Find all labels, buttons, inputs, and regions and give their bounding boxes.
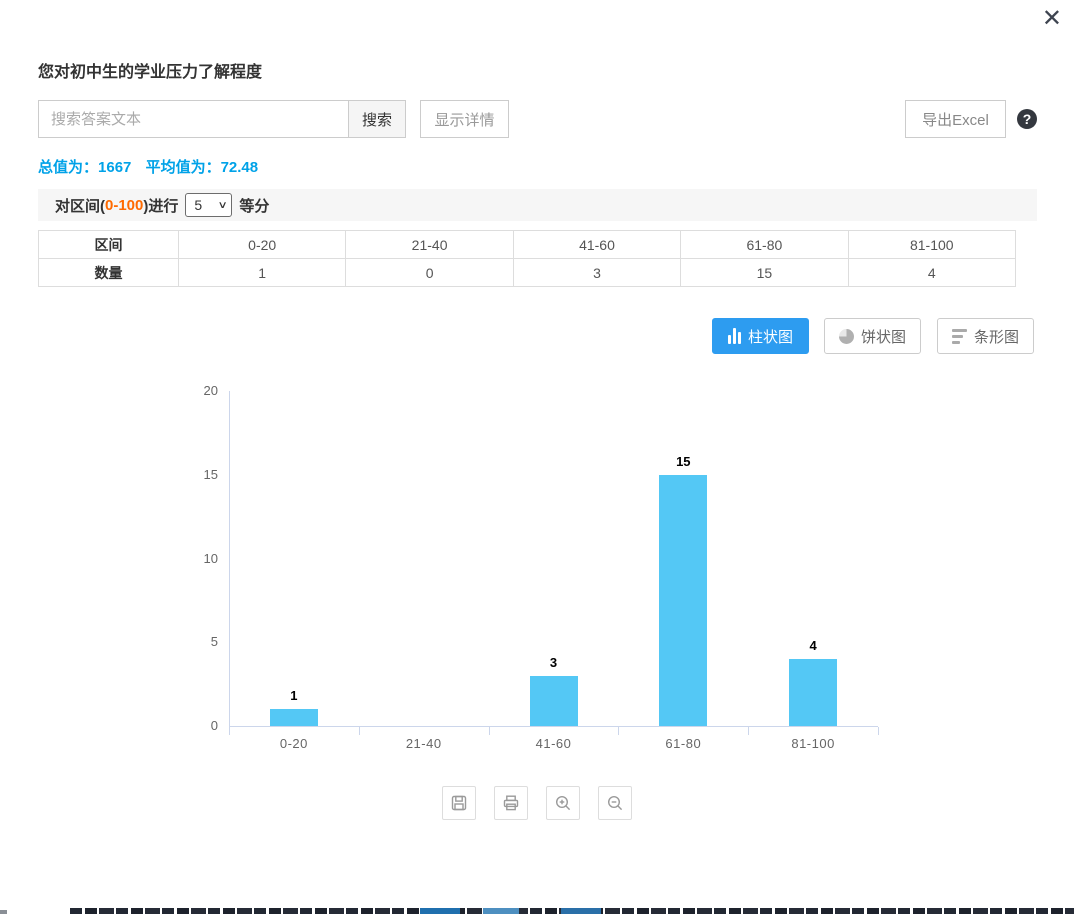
x-axis-tick	[618, 727, 619, 735]
column-chart-icon	[728, 328, 741, 344]
chart-type-bar-button[interactable]: 柱状图	[712, 318, 809, 354]
search-input[interactable]	[38, 100, 348, 138]
y-axis-tick-label: 10	[170, 551, 218, 566]
x-axis-tick	[229, 727, 230, 735]
question-title: 您对初中生的学业压力了解程度	[38, 58, 262, 82]
help-icon[interactable]: ?	[1017, 109, 1037, 129]
y-axis-tick-label: 5	[170, 634, 218, 649]
bar-chart: 0 5 10 15 20 1 0-20 21-40 3 41-60 15 61-80 4 81-100	[0, 376, 1074, 771]
clipped-underlying-content	[0, 906, 1074, 914]
x-axis-tick	[878, 727, 879, 735]
average-label: 平均值为：	[146, 159, 221, 176]
bar-61-80	[659, 475, 707, 726]
x-axis-category-label: 81-100	[763, 736, 863, 751]
count-cell: 1	[179, 259, 346, 287]
zoom-in-icon	[553, 793, 573, 813]
bar-41-60	[530, 676, 578, 726]
interval-cell: 21-40	[346, 231, 513, 259]
bar-81-100	[789, 659, 837, 726]
clipped-text-fragment	[420, 908, 460, 914]
bar-0-20	[270, 709, 318, 726]
save-icon	[449, 793, 469, 813]
frequency-table: 区间 0-20 21-40 41-60 61-80 81-100 数量 1 0 …	[38, 230, 1016, 287]
print-chart-button[interactable]	[494, 786, 528, 820]
y-axis-tick-label: 20	[170, 383, 218, 398]
interval-cell: 0-20	[179, 231, 346, 259]
x-axis-category-label: 21-40	[374, 736, 474, 751]
interval-cell: 81-100	[848, 231, 1015, 259]
clipped-text-fragment	[0, 910, 7, 914]
total-value: 1667	[98, 159, 131, 176]
clipped-text-fragment	[561, 908, 601, 914]
y-axis-line	[229, 391, 230, 727]
count-cell: 4	[848, 259, 1015, 287]
average-value: 72.48	[221, 159, 259, 176]
horizontal-bar-chart-icon	[952, 329, 967, 344]
interval-middle: )进行	[143, 195, 178, 216]
x-axis-category-label: 61-80	[633, 736, 733, 751]
table-row-counts: 数量 1 0 3 15 4	[39, 259, 1016, 287]
pie-chart-icon	[839, 329, 854, 344]
chevron-down-icon: ∨	[218, 200, 228, 211]
total-label: 总值为：	[38, 159, 98, 176]
segments-select[interactable]: 5 ∨	[185, 193, 232, 217]
interval-cell: 61-80	[681, 231, 848, 259]
hbar-button-label: 条形图	[974, 326, 1019, 347]
bar-value-label: 3	[524, 655, 584, 670]
row-header-count: 数量	[39, 259, 179, 287]
x-axis-tick	[489, 727, 490, 735]
bar-value-label: 1	[264, 688, 324, 703]
bar-button-label: 柱状图	[748, 326, 793, 347]
x-axis-tick	[359, 727, 360, 735]
x-axis-category-label: 41-60	[504, 736, 604, 751]
interval-prefix: 对区间(	[55, 195, 105, 216]
show-detail-button[interactable]: 显示详情	[420, 100, 509, 138]
clipped-text-fragment	[483, 908, 519, 914]
interval-cell: 41-60	[513, 231, 680, 259]
question-stats-modal: ✕ 您对初中生的学业压力了解程度 搜索 显示详情 导出Excel ? 总值为：1…	[0, 0, 1074, 914]
y-axis-tick-label: 15	[170, 467, 218, 482]
bar-value-label: 15	[653, 454, 713, 469]
pie-button-label: 饼状图	[861, 326, 906, 347]
close-icon[interactable]: ✕	[1042, 4, 1062, 34]
row-header-interval: 区间	[39, 231, 179, 259]
table-row-intervals: 区间 0-20 21-40 41-60 61-80 81-100	[39, 231, 1016, 259]
x-axis-line	[229, 726, 878, 727]
chart-type-pie-button[interactable]: 饼状图	[824, 318, 921, 354]
zoom-in-button[interactable]	[546, 786, 580, 820]
chart-toolbar	[0, 786, 1074, 820]
x-axis-tick	[748, 727, 749, 735]
zoom-out-button[interactable]	[598, 786, 632, 820]
bar-value-label: 4	[783, 638, 843, 653]
x-axis-category-label: 0-20	[244, 736, 344, 751]
print-icon	[501, 793, 521, 813]
interval-range: 0-100	[105, 197, 143, 214]
export-excel-button[interactable]: 导出Excel	[905, 100, 1006, 138]
count-cell: 0	[346, 259, 513, 287]
summary-stats: 总值为：1667 平均值为：72.48	[38, 156, 258, 177]
interval-config-bar: 对区间(0-100)进行 5 ∨ 等分	[38, 189, 1037, 221]
y-axis-tick-label: 0	[170, 718, 218, 733]
interval-suffix: 等分	[239, 195, 269, 216]
count-cell: 15	[681, 259, 848, 287]
save-chart-button[interactable]	[442, 786, 476, 820]
count-cell: 3	[513, 259, 680, 287]
chart-type-hbar-button[interactable]: 条形图	[937, 318, 1034, 354]
search-button[interactable]: 搜索	[348, 100, 406, 138]
segments-select-value: 5	[194, 197, 202, 213]
zoom-out-icon	[605, 793, 625, 813]
